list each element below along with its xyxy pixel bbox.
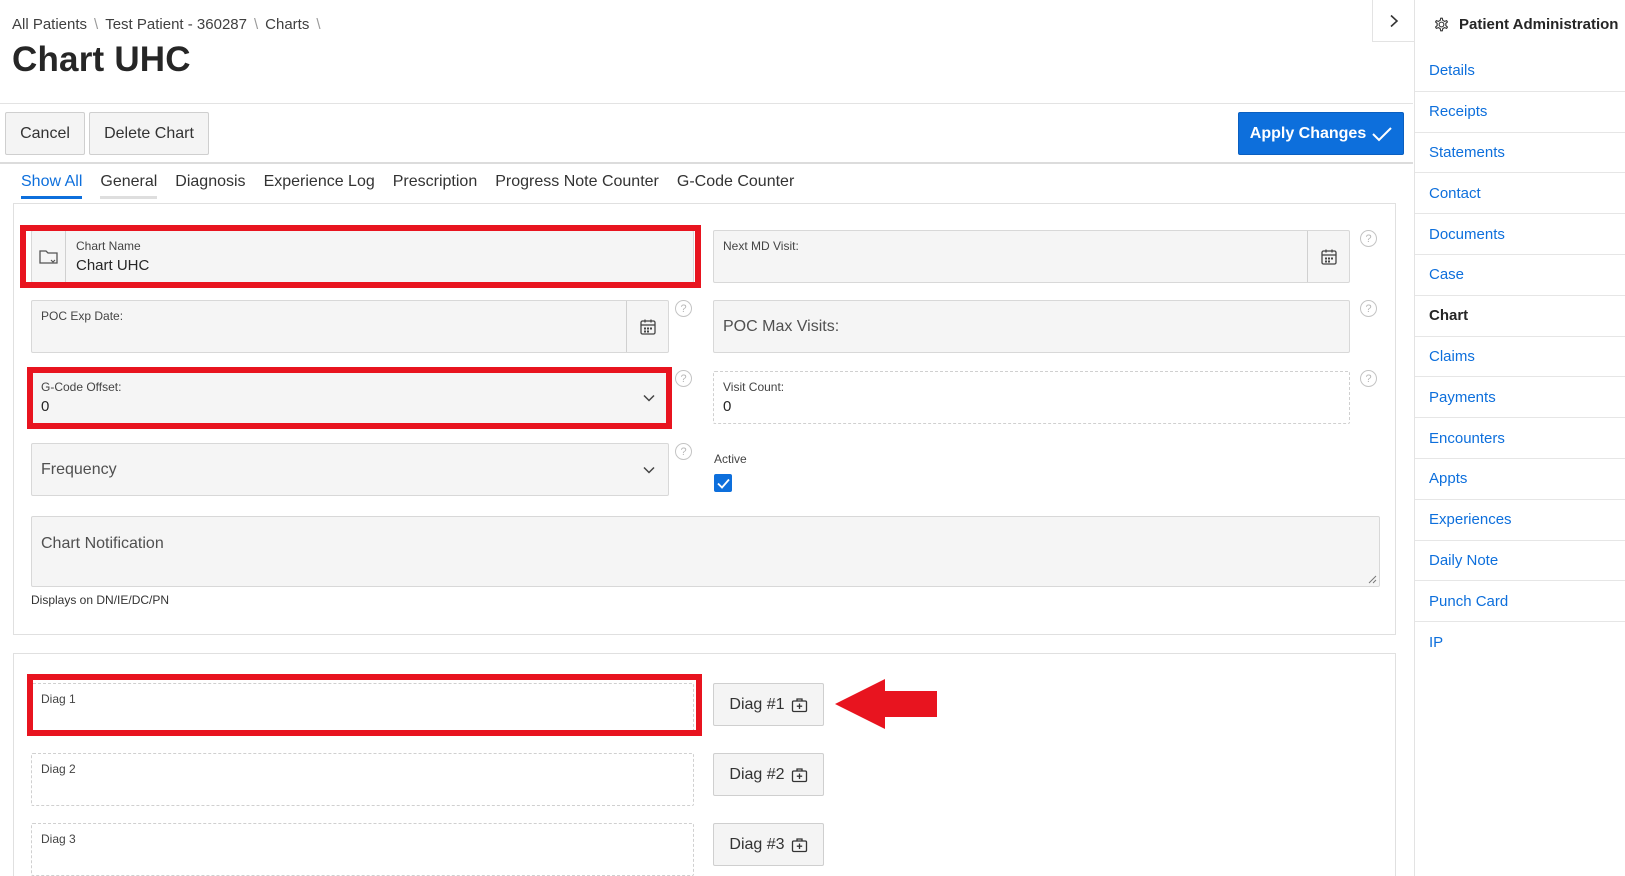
apply-changes-button[interactable]: Apply Changes (1238, 112, 1404, 155)
nav-item-payments[interactable]: Payments (1415, 377, 1625, 419)
medical-kit-icon (791, 767, 807, 782)
poc-max-visits-field[interactable]: POC Max Visits: (713, 300, 1350, 353)
tab-experience-log[interactable]: Experience Log (264, 170, 375, 199)
poc-exp-date-label: POC Exp Date: (41, 309, 124, 323)
cancel-button[interactable]: Cancel (5, 112, 85, 155)
calendar-icon (639, 319, 656, 335)
breadcrumb-patient[interactable]: Test Patient - 360287 (105, 16, 247, 33)
right-panel-title: Patient Administration (1459, 16, 1619, 33)
breadcrumb-separator: \ (316, 16, 321, 33)
nav-item-documents[interactable]: Documents (1415, 214, 1625, 255)
visit-count-help-icon[interactable]: ? (1360, 370, 1377, 387)
nav-item-details[interactable]: Details (1415, 51, 1625, 92)
breadcrumb: All Patients \ Test Patient - 360287 \ C… (12, 16, 321, 33)
nav-item-appts[interactable]: Appts (1415, 459, 1625, 500)
diag-2-button[interactable]: Diag #2 (713, 753, 824, 796)
diag-1-button[interactable]: Diag #1 (713, 683, 824, 726)
diag-2-field[interactable]: Diag 2 (31, 753, 694, 806)
diag-1-button-label: Diag #1 (729, 695, 785, 713)
gcode-offset-help-icon[interactable]: ? (675, 370, 692, 387)
nav-item-chart[interactable]: Chart (1415, 296, 1625, 337)
poc-max-visits-help-icon[interactable]: ? (1360, 300, 1377, 317)
nav-item-daily-note[interactable]: Daily Note (1415, 541, 1625, 582)
breadcrumb-separator: \ (94, 16, 99, 33)
next-md-visit-field[interactable]: Next MD Visit: (713, 230, 1350, 283)
tab-prescription[interactable]: Prescription (393, 170, 477, 199)
calendar-icon (1320, 249, 1337, 265)
frequency-placeholder: Frequency (41, 460, 117, 478)
diag-3-button[interactable]: Diag #3 (713, 823, 824, 866)
tab-general[interactable]: General (100, 170, 157, 199)
visit-count-label: Visit Count: (723, 380, 785, 394)
frequency-select[interactable]: Frequency (31, 443, 669, 496)
right-panel-header: Patient Administration (1432, 15, 1618, 34)
tab-show-all[interactable]: Show All (21, 170, 83, 199)
patient-admin-nav: Details Receipts Statements Contact Docu… (1415, 51, 1625, 663)
chart-notification-textarea[interactable]: Chart Notification (31, 516, 1380, 587)
button-bar: Cancel Delete Chart Apply Changes (0, 104, 1413, 164)
chevron-down-icon (643, 466, 655, 474)
nav-item-ip[interactable]: IP (1415, 622, 1625, 663)
next-md-visit-help-icon[interactable]: ? (1360, 230, 1377, 247)
nav-item-statements[interactable]: Statements (1415, 133, 1625, 174)
diag-3-field[interactable]: Diag 3 (31, 823, 694, 876)
frequency-help-icon[interactable]: ? (675, 443, 692, 460)
red-arrow-annotation (835, 679, 937, 729)
chart-notification-help-text: Displays on DN/IE/DC/PN (31, 593, 170, 607)
breadcrumb-all-patients[interactable]: All Patients (12, 16, 87, 33)
gear-icon (1435, 17, 1448, 32)
tab-gcode-counter[interactable]: G-Code Counter (677, 170, 794, 199)
chevron-right-icon (1389, 14, 1398, 27)
next-md-visit-calendar-button[interactable] (1307, 231, 1349, 282)
visit-count-value: 0 (723, 398, 732, 415)
check-icon (1372, 126, 1392, 141)
delete-chart-button[interactable]: Delete Chart (89, 112, 209, 155)
resize-handle-icon[interactable] (1367, 574, 1377, 584)
nav-item-claims[interactable]: Claims (1415, 337, 1625, 378)
poc-exp-date-field[interactable]: POC Exp Date: (31, 300, 669, 353)
check-icon (716, 478, 730, 489)
nav-item-contact[interactable]: Contact (1415, 173, 1625, 215)
medical-kit-icon (791, 837, 807, 852)
active-checkbox[interactable] (714, 474, 732, 492)
active-label: Active (714, 452, 747, 466)
collapse-panel-button[interactable] (1372, 0, 1415, 42)
nav-item-case[interactable]: Case (1415, 255, 1625, 296)
tab-progress-note-counter[interactable]: Progress Note Counter (495, 170, 659, 199)
nav-item-experiences[interactable]: Experiences (1415, 500, 1625, 541)
diag-3-button-label: Diag #3 (729, 835, 785, 853)
poc-max-visits-placeholder: POC Max Visits: (723, 317, 840, 335)
page-title: Chart UHC (12, 40, 191, 79)
nav-item-receipts[interactable]: Receipts (1415, 92, 1625, 133)
chart-notification-placeholder: Chart Notification (41, 535, 164, 552)
nav-item-encounters[interactable]: Encounters (1415, 418, 1625, 459)
highlight-gcode-offset (27, 367, 672, 429)
diag-2-button-label: Diag #2 (729, 765, 785, 783)
visit-count-field: Visit Count: 0 (713, 371, 1350, 424)
tab-diagnosis[interactable]: Diagnosis (175, 170, 245, 199)
poc-exp-date-calendar-button[interactable] (626, 301, 668, 352)
breadcrumb-charts[interactable]: Charts (265, 16, 309, 33)
diag-2-label: Diag 2 (41, 762, 76, 776)
nav-item-punch-card[interactable]: Punch Card (1415, 581, 1625, 623)
highlight-diag-1 (27, 674, 702, 736)
highlight-chart-name (20, 225, 701, 288)
region-tabs: Show All General Diagnosis Experience Lo… (21, 170, 812, 199)
next-md-visit-label: Next MD Visit: (723, 239, 799, 253)
apply-changes-label: Apply Changes (1249, 124, 1367, 142)
diag-3-label: Diag 3 (41, 832, 76, 846)
medical-kit-icon (791, 697, 807, 712)
poc-exp-date-help-icon[interactable]: ? (675, 300, 692, 317)
breadcrumb-separator: \ (253, 16, 259, 33)
